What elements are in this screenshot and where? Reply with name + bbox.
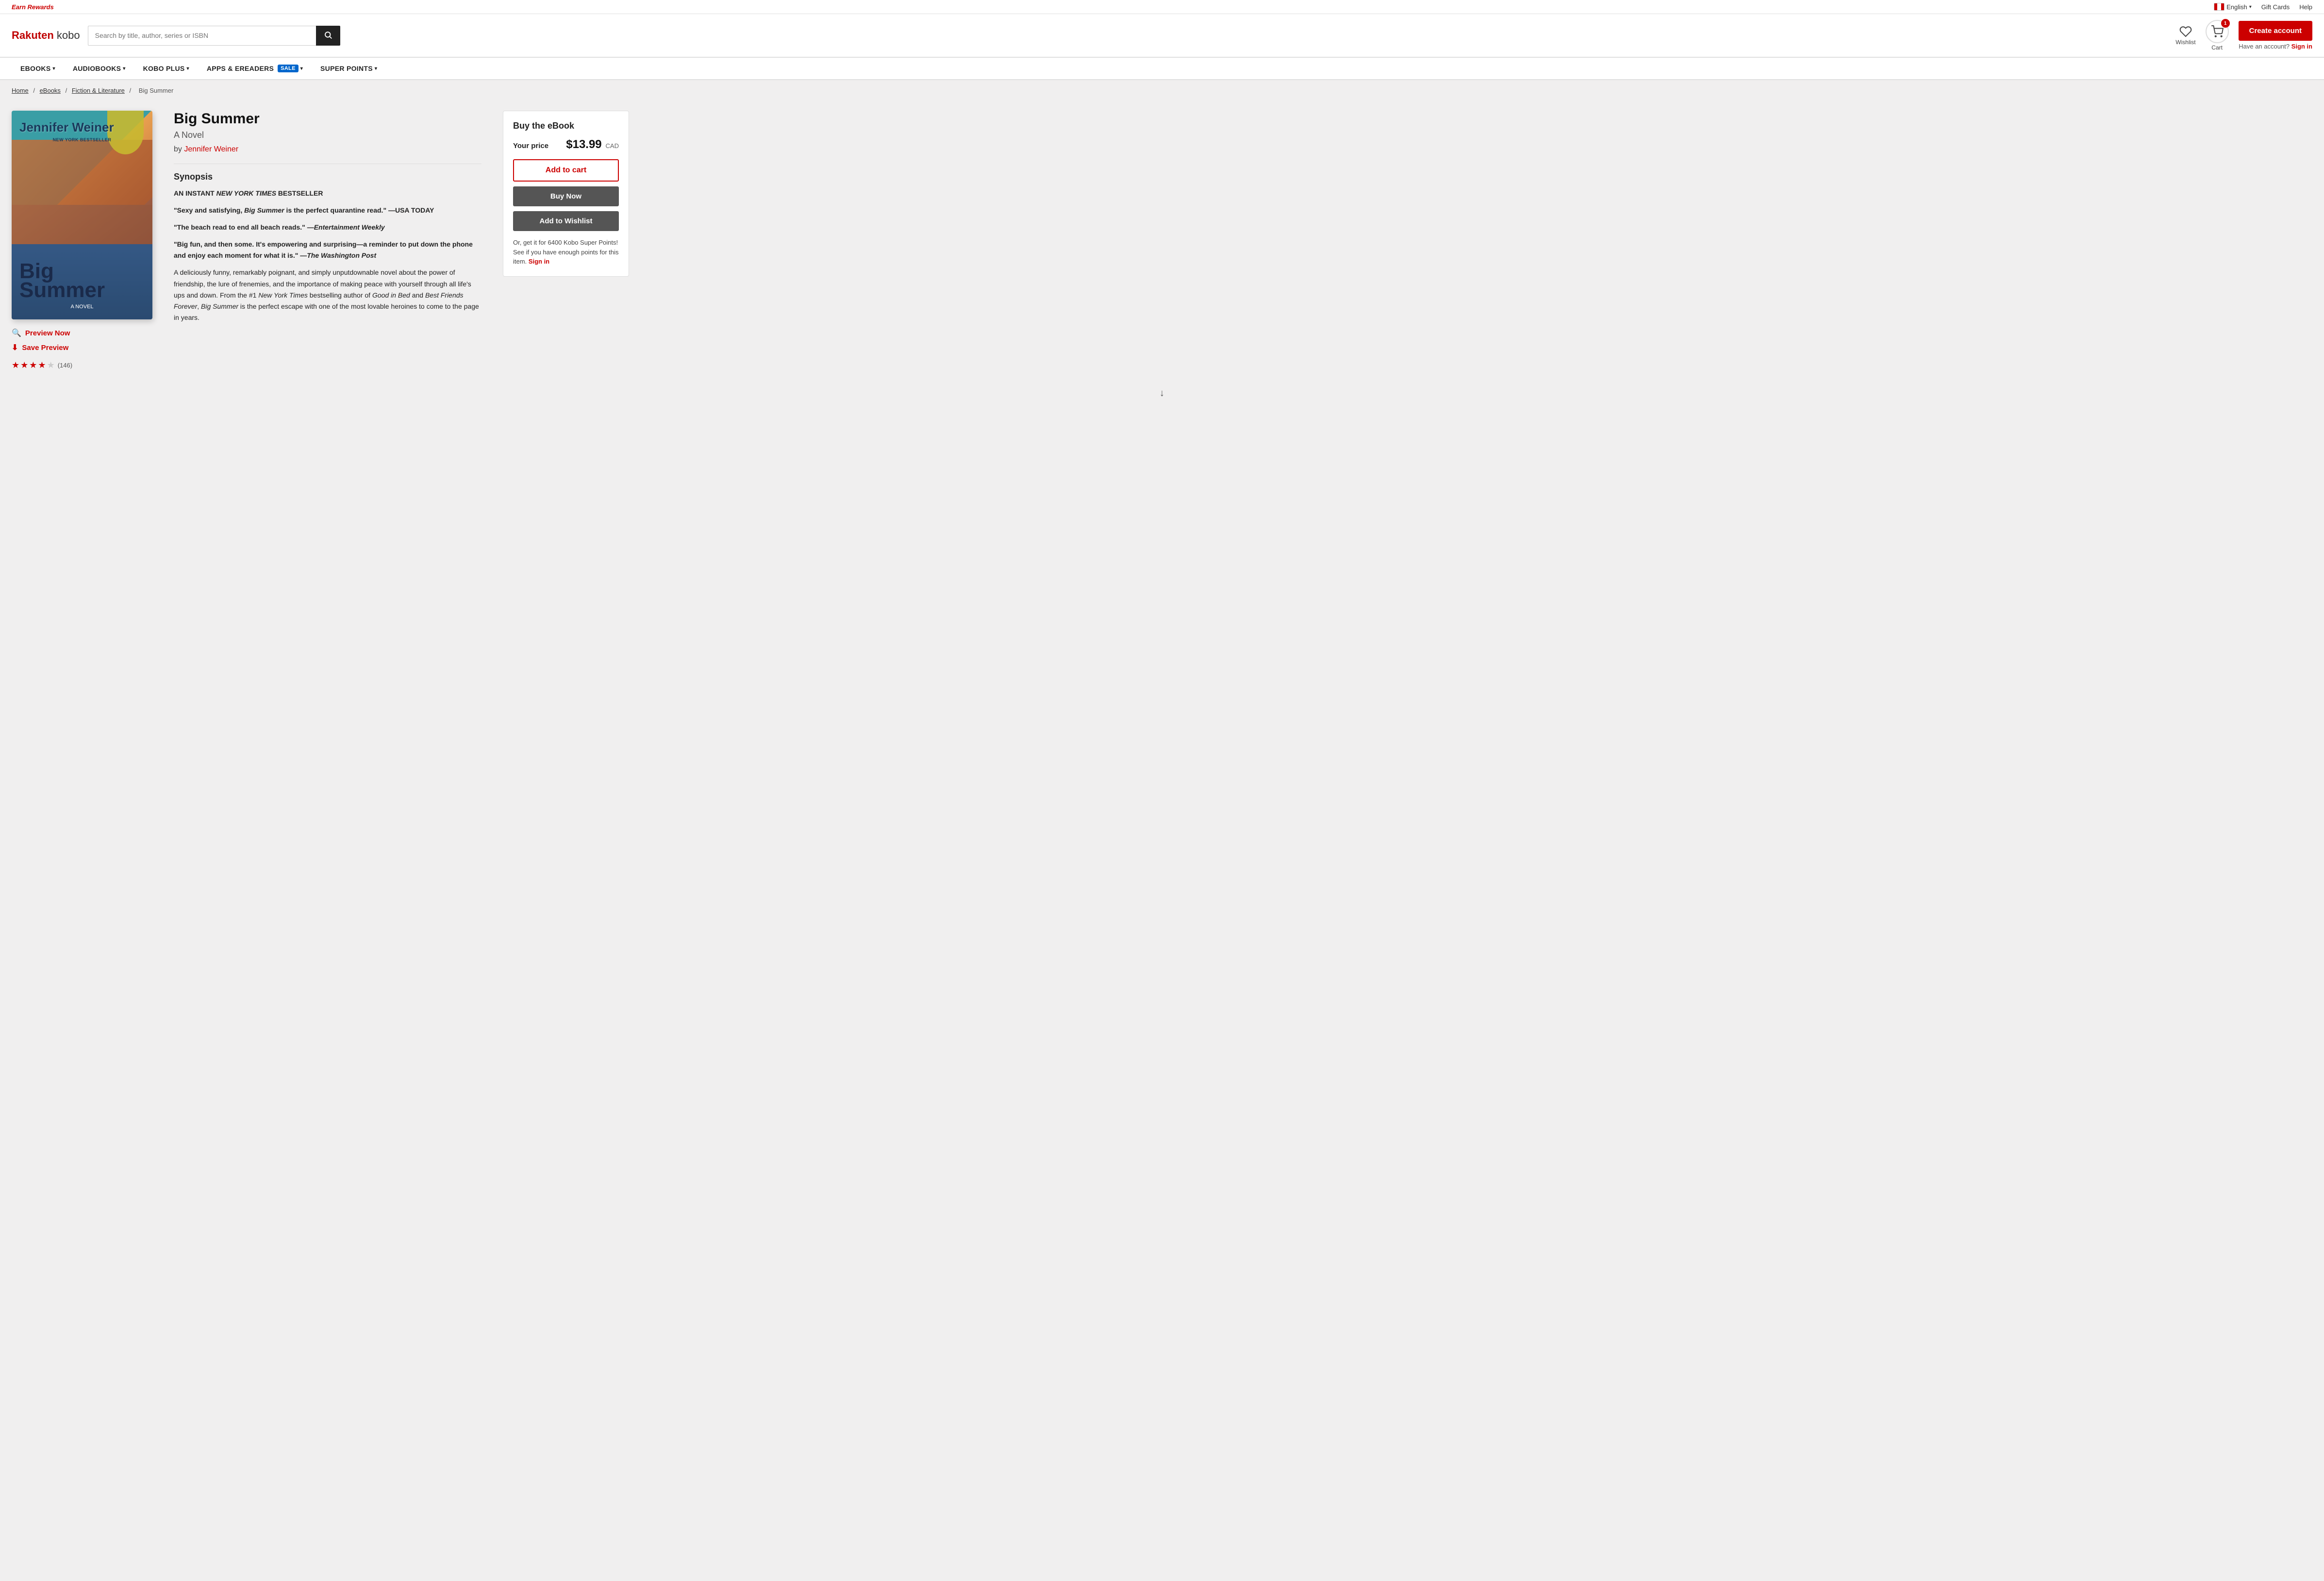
book-title: Big Summer	[174, 111, 481, 127]
sale-badge: SALE	[278, 65, 299, 72]
book-details: Big Summer A Novel by Jennifer Weiner Sy…	[164, 111, 491, 370]
search-input[interactable]	[88, 26, 316, 46]
preview-now-button[interactable]: 🔍 Preview Now	[12, 328, 152, 338]
synopsis-text: AN INSTANT NEW YORK TIMES BESTSELLER "Se…	[174, 188, 481, 323]
download-icon: ⬇	[12, 343, 18, 352]
breadcrumb-home[interactable]: Home	[12, 87, 29, 94]
book-cover-section: Jennifer Weiner New York BESTSELLER Big …	[12, 111, 152, 370]
chevron-down-icon: ▾	[123, 66, 125, 71]
price-label: Your price	[513, 142, 548, 150]
cart-badge: 1	[2221, 19, 2230, 28]
buy-sidebar: Buy the eBook Your price $13.99 CAD Add …	[503, 111, 629, 370]
language-selector[interactable]: English ▾	[2214, 3, 2252, 11]
breadcrumb: Home / eBooks / Fiction & Literature / B…	[0, 80, 2324, 101]
buy-now-button[interactable]: Buy Now	[513, 186, 619, 206]
create-account-button[interactable]: Create account	[2239, 21, 2312, 41]
search-bar	[88, 26, 340, 46]
buy-box: Buy the eBook Your price $13.99 CAD Add …	[503, 111, 629, 277]
kobo-points: Or, get it for 6400 Kobo Super Points! S…	[513, 238, 619, 266]
search-preview-icon: 🔍	[12, 328, 21, 338]
chevron-down-icon: ▾	[187, 66, 189, 71]
price-row: Your price $13.99 CAD	[513, 138, 619, 151]
star-5-empty: ★	[47, 360, 55, 370]
buy-title: Buy the eBook	[513, 121, 619, 131]
star-1: ★	[12, 360, 19, 370]
cover-author: Jennifer Weiner	[19, 120, 145, 134]
scroll-down[interactable]: ↓	[0, 380, 2324, 407]
nav-item-audiobooks[interactable]: AUDIOBOOKS ▾	[64, 58, 134, 79]
language-label: English	[2226, 3, 2247, 11]
breadcrumb-ebooks[interactable]: eBooks	[40, 87, 61, 94]
ratings: ★ ★ ★ ★ ★ (146)	[12, 360, 152, 370]
cart-icon	[2211, 25, 2224, 38]
author-link[interactable]: Jennifer Weiner	[184, 145, 238, 153]
preview-actions: 🔍 Preview Now ⬇ Save Preview	[12, 328, 152, 352]
synopsis-line-5: A deliciously funny, remarkably poignant…	[174, 267, 481, 323]
chevron-down-icon: ▾	[300, 66, 303, 71]
wishlist-button[interactable]: Wishlist	[2175, 25, 2195, 46]
cart-circle: 1	[2206, 20, 2229, 43]
book-author: by Jennifer Weiner	[174, 145, 481, 154]
kobo-points-line1: Or, get it for 6400 Kobo Super Points!	[513, 238, 619, 248]
logo-text: Rakuten kobo	[12, 29, 80, 42]
have-account-text: Have an account? Sign in	[2239, 43, 2312, 50]
synopsis-line-2: "Sexy and satisfying, Big Summer is the …	[174, 205, 481, 216]
synopsis-line-1: AN INSTANT NEW YORK TIMES BESTSELLER	[174, 188, 481, 199]
add-to-cart-button[interactable]: Add to cart	[513, 159, 619, 182]
nav-item-super-points[interactable]: SUPER POINTS ▾	[312, 58, 386, 79]
add-to-wishlist-button[interactable]: Add to Wishlist	[513, 211, 619, 231]
star-3: ★	[29, 360, 37, 370]
heart-icon	[2179, 25, 2192, 38]
star-4: ★	[38, 360, 46, 370]
help-link[interactable]: Help	[2299, 3, 2312, 11]
nav-item-ebooks[interactable]: eBOOKS ▾	[12, 58, 64, 79]
cover-novel: A NOVEL	[19, 304, 145, 310]
logo[interactable]: Rakuten kobo	[12, 29, 80, 42]
cart-label: Cart	[2211, 44, 2223, 51]
price-value: $13.99	[566, 138, 601, 151]
gift-cards-link[interactable]: Gift Cards	[2261, 3, 2290, 11]
sign-in-link[interactable]: Sign in	[2291, 43, 2312, 50]
earn-rewards: Earn Rewards	[12, 3, 54, 11]
nav-item-apps[interactable]: APPS & eREADERS SALE ▾	[198, 58, 312, 79]
sign-in-area: Have an account? Sign in	[2239, 43, 2312, 50]
breadcrumb-fiction[interactable]: Fiction & Literature	[72, 87, 125, 94]
chevron-down-icon: ▾	[375, 66, 377, 71]
star-rating[interactable]: ★ ★ ★ ★ ★	[12, 360, 55, 370]
synopsis-line-4: "Big fun, and then some. It's empowering…	[174, 239, 481, 261]
top-bar: Earn Rewards English ▾ Gift Cards Help	[0, 0, 2324, 14]
search-button[interactable]	[316, 26, 340, 46]
cover-nyt: New York BESTSELLER	[19, 137, 145, 142]
canada-flag-icon	[2214, 3, 2224, 11]
account-group: Create account Have an account? Sign in	[2239, 21, 2312, 50]
book-subtitle: A Novel	[174, 130, 481, 140]
price-currency: CAD	[606, 142, 619, 150]
cart-button[interactable]: 1 Cart	[2206, 20, 2229, 51]
nav-item-kobo-plus[interactable]: KOBO PLUS ▾	[134, 58, 198, 79]
search-icon	[324, 31, 332, 39]
kobo-sign-in-link[interactable]: Sign in	[529, 258, 549, 265]
book-cover: Jennifer Weiner New York BESTSELLER Big …	[12, 111, 152, 319]
breadcrumb-current: Big Summer	[139, 87, 174, 94]
star-2: ★	[20, 360, 28, 370]
synopsis-heading: Synopsis	[174, 172, 481, 182]
chevron-down-icon: ▾	[52, 66, 55, 71]
top-bar-right: English ▾ Gift Cards Help	[2214, 3, 2312, 11]
synopsis-line-3: "The beach read to end all beach reads."…	[174, 222, 481, 233]
cover-title: Big Summer	[19, 262, 145, 300]
save-preview-button[interactable]: ⬇ Save Preview	[12, 343, 152, 352]
chevron-down-icon: ▾	[2249, 4, 2252, 10]
navigation: eBOOKS ▾ AUDIOBOOKS ▾ KOBO PLUS ▾ APPS &…	[0, 58, 2324, 80]
rating-count[interactable]: (146)	[58, 362, 72, 369]
header: Rakuten kobo Wishlist 1	[0, 14, 2324, 58]
kobo-points-line2: See if you have enough points for this i…	[513, 248, 619, 266]
header-actions: Wishlist 1 Cart Create account Have an a…	[2175, 20, 2312, 51]
wishlist-label: Wishlist	[2175, 39, 2195, 46]
book-cover-image: Jennifer Weiner New York BESTSELLER Big …	[12, 111, 152, 319]
main-content: Jennifer Weiner New York BESTSELLER Big …	[0, 101, 641, 380]
price-value-group: $13.99 CAD	[566, 138, 619, 151]
